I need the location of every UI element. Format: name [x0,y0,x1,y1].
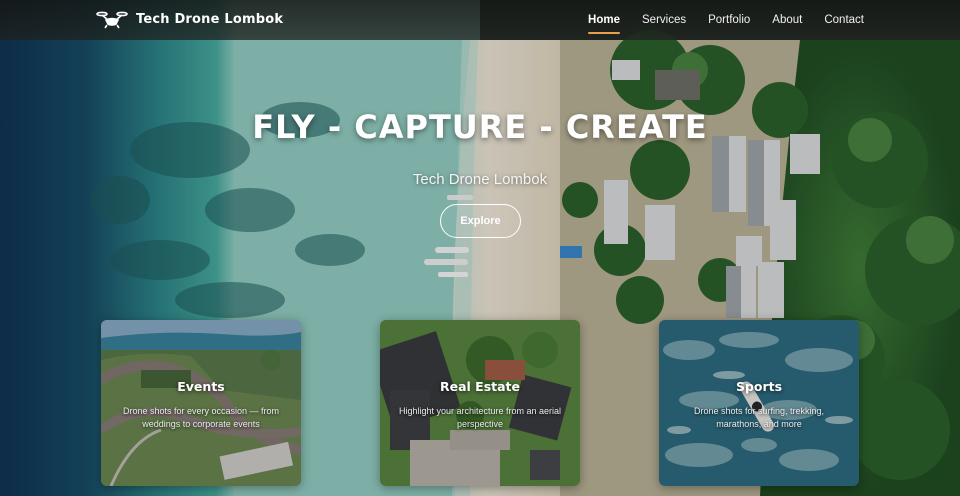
service-card-sports[interactable]: Sports Drone shots for surfing, trekking… [659,320,859,486]
service-card-real-estate[interactable]: Real Estate Highlight your architecture … [380,320,580,486]
nav-link-home[interactable]: Home [588,10,620,34]
card-overlay [101,320,301,486]
explore-button[interactable]: Explore [440,204,521,238]
card-title: Events [177,379,225,394]
hero-subtitle: Tech Drone Lombok [412,171,548,188]
hero-title: FLY - CAPTURE - CREATE [252,108,708,146]
card-overlay [380,320,580,486]
nav-link-contact[interactable]: Contact [824,10,864,30]
nav-menu: Home Services Portfolio About Contact [588,0,864,40]
card-title: Sports [735,379,783,394]
nav-link-about[interactable]: About [772,10,802,30]
brand-name: Tech Drone Lombok [136,11,284,27]
card-description: Drone shots for surfing, trekking, marat… [693,406,825,429]
card-title: Real Estate [439,379,521,394]
nav-link-services[interactable]: Services [642,10,686,30]
brand-logo-link[interactable]: Tech Drone Lombok [96,9,283,29]
service-card-events[interactable]: Events Drone shots for every occasion — … [101,320,301,486]
card-overlay [659,320,859,486]
navbar: Tech Drone Lombok Home Services Portfoli… [0,0,960,40]
drone-icon [96,11,128,29]
card-description: Highlight your architecture from an aeri… [398,406,562,429]
card-description: Drone shots for every occasion — from we… [122,406,280,429]
nav-link-portfolio[interactable]: Portfolio [708,10,750,30]
